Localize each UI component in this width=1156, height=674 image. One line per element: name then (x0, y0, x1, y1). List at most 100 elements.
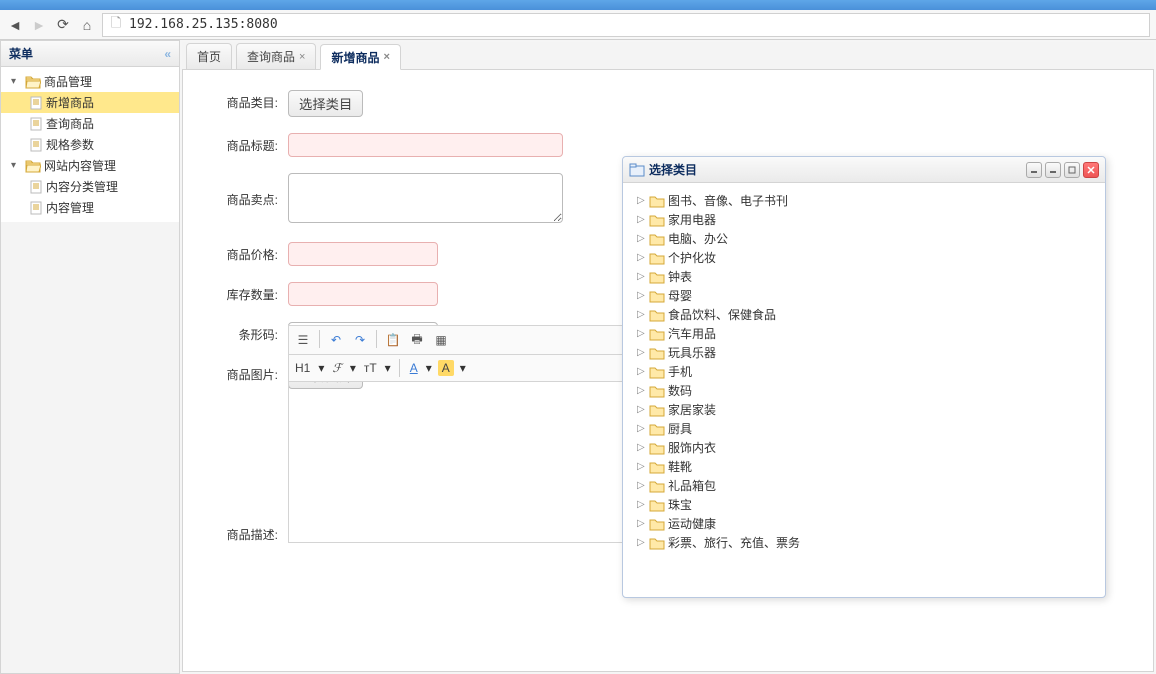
category-item-11[interactable]: ▷家居家装 (629, 400, 1099, 419)
category-label: 玩具乐器 (668, 344, 716, 361)
expand-icon[interactable]: ▷ (637, 290, 649, 301)
print-icon[interactable]: 🖶 (407, 330, 427, 350)
category-item-7[interactable]: ▷ 汽车用品 (629, 324, 1099, 343)
home-icon[interactable]: ⌂ (78, 16, 96, 34)
category-item-13[interactable]: ▷ 服饰内衣 (629, 438, 1099, 457)
sidebar-item-6[interactable]: 内容管理 (1, 197, 179, 218)
collapse-button[interactable] (1026, 162, 1042, 178)
expand-icon[interactable]: ▷ (637, 385, 649, 396)
collapse-icon[interactable]: « (164, 47, 171, 61)
sellpoint-input[interactable] (288, 173, 563, 223)
category-item-5[interactable]: ▷母婴 (629, 286, 1099, 305)
browser-toolbar: ◄ ► ⟳ ⌂ 🗋 192.168.25.135:8080 (0, 10, 1156, 40)
expand-icon[interactable]: ▷ (637, 537, 649, 548)
sidebar-item-2[interactable]: 查询商品 (1, 113, 179, 134)
expand-icon[interactable]: ▷ (637, 347, 649, 358)
category-label: 家用电器 (668, 211, 716, 228)
close-button[interactable] (1083, 162, 1099, 178)
maximize-button[interactable] (1064, 162, 1080, 178)
paste-icon[interactable]: 📋 (383, 330, 403, 350)
tab-label: 查询商品 (247, 48, 295, 65)
sidebar-item-label: 查询商品 (46, 115, 94, 132)
expand-icon[interactable]: ▷ (637, 442, 649, 453)
folder-icon (649, 498, 665, 512)
forecolor-button[interactable]: A (408, 361, 420, 375)
sidebar-item-label: 商品管理 (44, 73, 92, 90)
folder-open-icon (25, 75, 41, 89)
title-input[interactable] (288, 133, 563, 157)
expand-icon[interactable]: ▷ (637, 461, 649, 472)
sidebar-title: 菜单 (9, 45, 33, 62)
tab-1[interactable]: 查询商品 × (236, 43, 316, 69)
source-icon[interactable]: ☰ (293, 330, 313, 350)
folder-icon (649, 346, 665, 360)
expand-icon[interactable]: ▷ (637, 233, 649, 244)
sidebar-item-5[interactable]: 内容分类管理 (1, 176, 179, 197)
category-item-6[interactable]: ▷食品饮料、保健食品 (629, 305, 1099, 324)
sidebar-item-0[interactable]: ▾ 商品管理 (1, 71, 179, 92)
address-bar[interactable]: 🗋 192.168.25.135:8080 (102, 13, 1150, 37)
expand-icon[interactable]: ▷ (637, 214, 649, 225)
dialog-header[interactable]: 选择类目 (623, 157, 1105, 183)
category-item-12[interactable]: ▷厨具 (629, 419, 1099, 438)
category-item-4[interactable]: ▷钟表 (629, 267, 1099, 286)
folder-icon (649, 194, 665, 208)
select-category-button[interactable]: 选择类目 (288, 90, 363, 117)
heading-button[interactable]: H1 (293, 361, 312, 375)
expand-icon[interactable]: ▷ (637, 328, 649, 339)
desc-label: 商品描述: (213, 406, 278, 543)
tree-toggle-icon[interactable]: ▾ (11, 76, 23, 87)
minimize-button[interactable] (1045, 162, 1061, 178)
expand-icon[interactable]: ▷ (637, 195, 649, 206)
expand-icon[interactable]: ▷ (637, 309, 649, 320)
category-item-8[interactable]: ▷ 玩具乐器 (629, 343, 1099, 362)
category-item-2[interactable]: ▷ 电脑、办公 (629, 229, 1099, 248)
category-label: 电脑、办公 (668, 230, 728, 247)
category-item-9[interactable]: ▷手机 (629, 362, 1099, 381)
category-item-17[interactable]: ▷运动健康 (629, 514, 1099, 533)
category-item-0[interactable]: ▷图书、音像、电子书刊 (629, 191, 1099, 210)
expand-icon[interactable]: ▷ (637, 480, 649, 491)
redo-icon[interactable]: ↷ (350, 330, 370, 350)
backcolor-button[interactable]: A (438, 360, 454, 376)
stock-input[interactable] (288, 282, 438, 306)
category-item-14[interactable]: ▷鞋靴 (629, 457, 1099, 476)
folder-icon (649, 308, 665, 322)
category-item-10[interactable]: ▷数码 (629, 381, 1099, 400)
expand-icon[interactable]: ▷ (637, 366, 649, 377)
sidebar-item-label: 规格参数 (46, 136, 94, 153)
forward-icon[interactable]: ► (30, 16, 48, 34)
tab-0[interactable]: 首页 (186, 43, 232, 69)
font-button[interactable]: ℱ (330, 361, 343, 375)
tab-2[interactable]: 新增商品× (320, 44, 400, 70)
expand-icon[interactable]: ▷ (637, 499, 649, 510)
sidebar-item-4[interactable]: ▾网站内容管理 (1, 155, 179, 176)
back-icon[interactable]: ◄ (6, 16, 24, 34)
sidebar-item-3[interactable]: 规格参数 (1, 134, 179, 155)
category-item-1[interactable]: ▷ 家用电器 (629, 210, 1099, 229)
expand-icon[interactable]: ▷ (637, 271, 649, 282)
reload-icon[interactable]: ⟳ (54, 16, 72, 34)
category-dialog: 选择类目 ▷图书、音像、电子书刊▷家用电器▷电脑、办公▷个护化妆▷钟表▷母婴▷食… (622, 156, 1106, 598)
tree-toggle-icon[interactable]: ▾ (11, 160, 23, 171)
price-input[interactable] (288, 242, 438, 266)
undo-icon[interactable]: ↶ (326, 330, 346, 350)
tab-close-icon[interactable]: × (383, 51, 389, 63)
sidebar-item-1[interactable]: 新增商品 (1, 92, 179, 113)
expand-icon[interactable]: ▷ (637, 423, 649, 434)
stock-label: 库存数量: (213, 282, 278, 303)
category-item-16[interactable]: ▷珠宝 (629, 495, 1099, 514)
sidebar-item-label: 内容分类管理 (46, 178, 118, 195)
category-item-3[interactable]: ▷个护化妆 (629, 248, 1099, 267)
category-label: 服饰内衣 (668, 439, 716, 456)
category-label: 汽车用品 (668, 325, 716, 342)
expand-icon[interactable]: ▷ (637, 252, 649, 263)
tab-close-icon[interactable]: × (299, 51, 305, 63)
category-item-15[interactable]: ▷礼品箱包 (629, 476, 1099, 495)
file-icon (29, 117, 43, 131)
size-button[interactable]: тT (362, 361, 379, 375)
category-item-18[interactable]: ▷彩票、旅行、充值、票务 (629, 533, 1099, 552)
expand-icon[interactable]: ▷ (637, 404, 649, 415)
template-icon[interactable]: ▦ (431, 330, 451, 350)
expand-icon[interactable]: ▷ (637, 518, 649, 529)
